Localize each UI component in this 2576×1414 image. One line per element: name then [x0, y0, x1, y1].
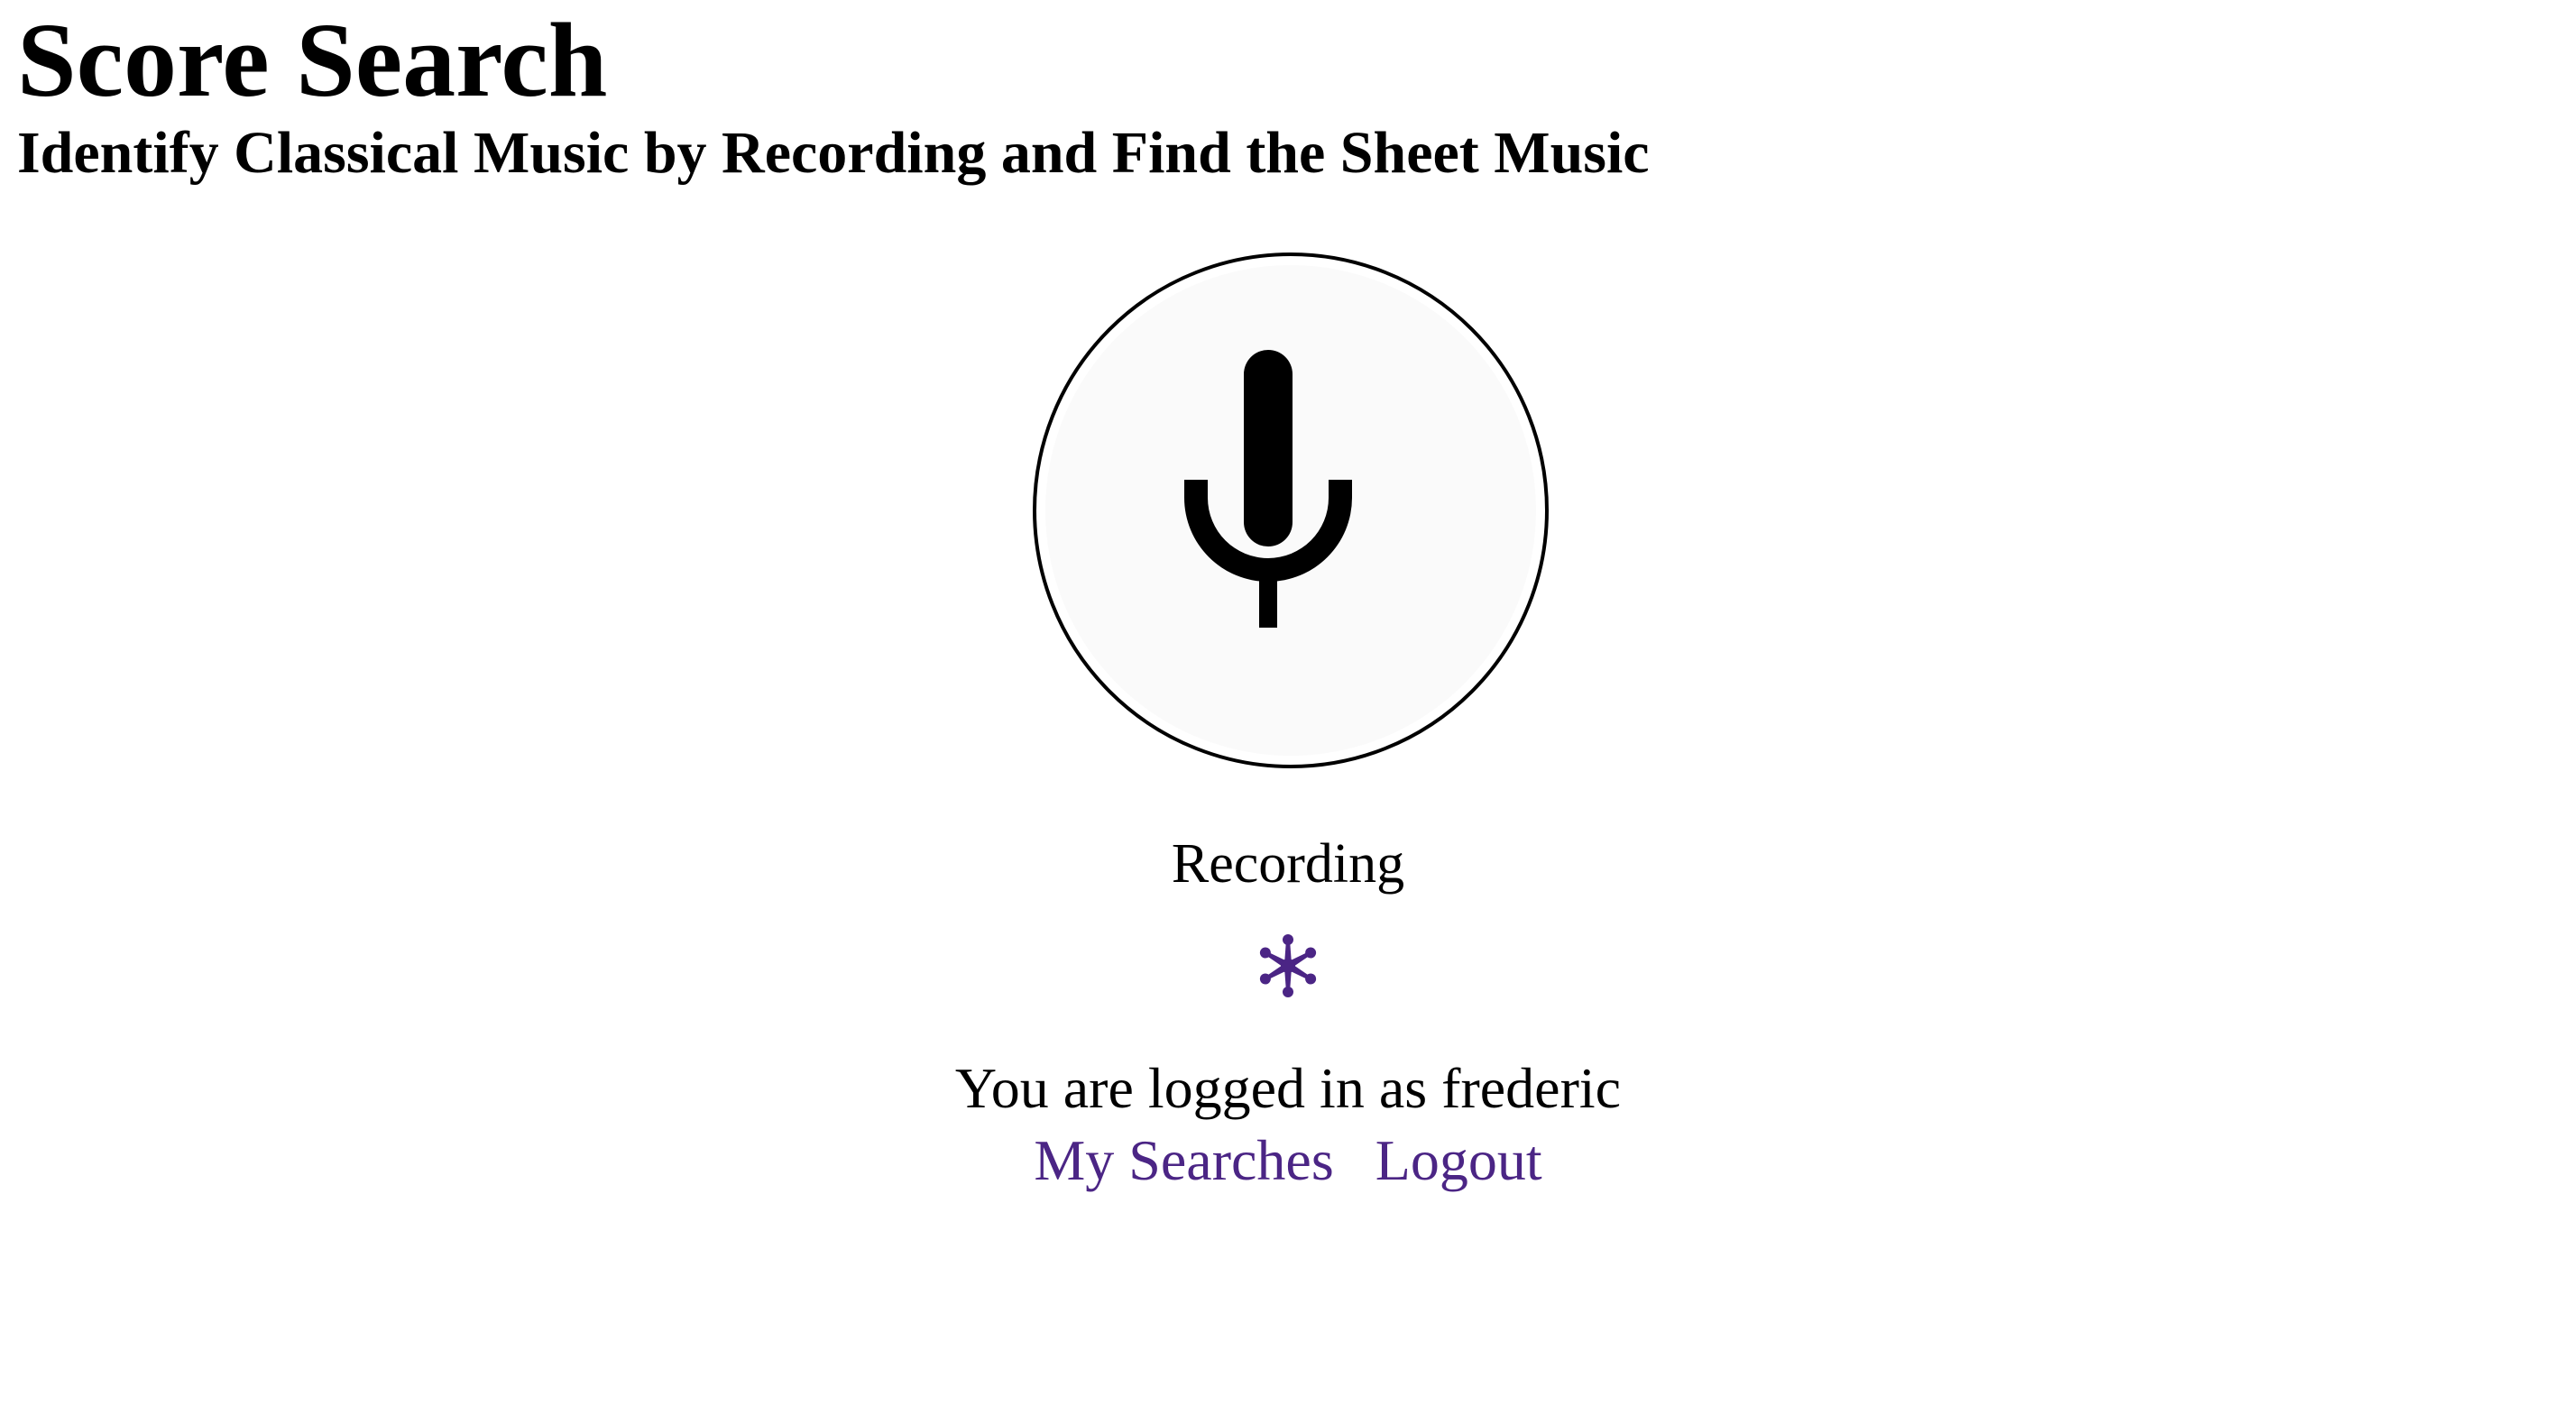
account-links: My Searches Logout [0, 1127, 2576, 1194]
microphone-icon [1184, 350, 1352, 628]
record-button[interactable] [1033, 252, 1549, 768]
login-status: You are logged in as frederic [954, 1056, 1622, 1120]
logout-link[interactable]: Logout [1375, 1128, 1542, 1192]
my-searches-link[interactable]: My Searches [1034, 1128, 1333, 1192]
asterisk-spinner-icon [1259, 934, 1317, 997]
page-title: Score Search [17, 1, 608, 119]
recording-status: Recording [1171, 833, 1405, 895]
page-subtitle: Identify Classical Music by Recording an… [17, 120, 1650, 186]
